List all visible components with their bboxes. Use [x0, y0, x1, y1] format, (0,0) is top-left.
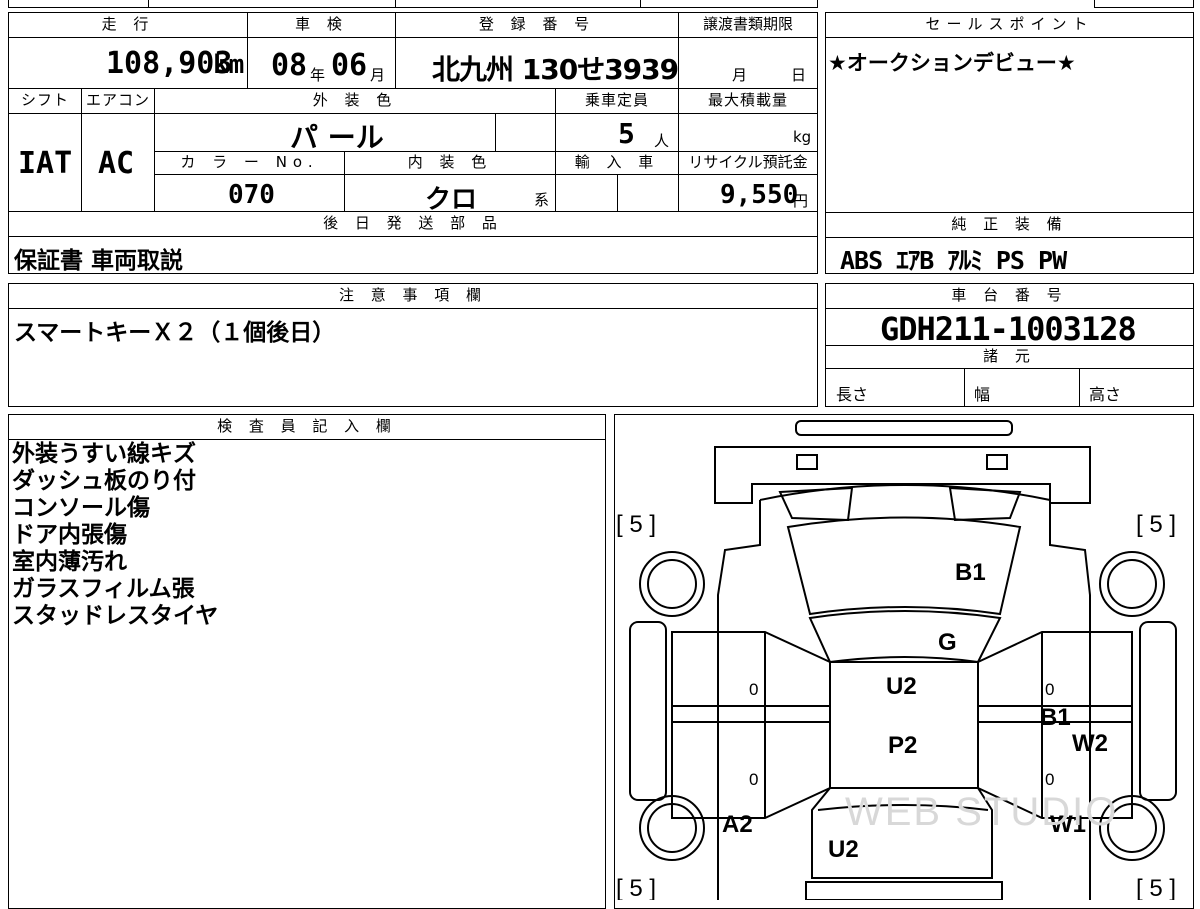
inspector-note-line: 外装うすい線キズ [12, 441, 196, 467]
shift-header: シフト [8, 88, 82, 114]
chassis-value: GDH211-1003128 [880, 310, 1137, 348]
recycle-fee-unit: 円 [793, 192, 809, 210]
damage-mark-rear-u2: U2 [828, 836, 859, 863]
door-mark-left-rear: 0 [749, 770, 758, 789]
capacity-value: 5 [618, 117, 635, 150]
top-strip [8, 0, 818, 8]
tire-rating-front-right: [ 5 ] [1136, 511, 1176, 538]
specs-header: 諸 元 [825, 345, 1194, 369]
mileage-unit: km [213, 50, 245, 80]
spec-height-label: 高さ [1089, 385, 1122, 404]
damage-mark-hood: B1 [955, 559, 986, 586]
inspector-note-line: ガラスフィルム張 [12, 576, 195, 602]
caution-value: スマートキーＸ２（１個後日） [14, 320, 336, 346]
inspection-year: 08 [271, 48, 308, 83]
interior-color-header: 内 装 色 [344, 151, 556, 175]
inspector-note-line: コンソール傷 [12, 495, 150, 521]
max-load-unit: kg [793, 128, 812, 146]
genuine-equipment-value: ABS ｴｱB ｱﾙﾐ PS PW [840, 246, 1067, 275]
top-strip-sep [148, 0, 149, 8]
damage-mark-roof-p2: P2 [888, 732, 917, 759]
max-load-header: 最大積載量 [678, 88, 818, 114]
later-shipment-header: 後 日 発 送 部 品 [8, 211, 818, 237]
top-strip-sep [395, 0, 396, 8]
color-no-header: カ ラ ー No. [154, 151, 345, 175]
spec-width-label: 幅 [974, 385, 991, 404]
shift-value: IAT [18, 146, 73, 181]
recycle-fee-value: 9,550 [720, 180, 799, 210]
inspection-header: 車 検 [247, 12, 396, 38]
damage-mark-right-door-w2: W2 [1072, 730, 1108, 757]
genuine-equipment-header: 純 正 装 備 [825, 212, 1194, 238]
aircon-value: AC [98, 146, 135, 181]
capacity-header: 乗車定員 [555, 88, 679, 114]
import-cell-a [555, 174, 618, 212]
door-mark-right-front: 0 [1045, 680, 1054, 699]
spec-length-label: 長さ [836, 385, 869, 404]
exterior-color-extra-cell [495, 113, 556, 152]
damage-mark-windshield: G [938, 629, 957, 656]
inspection-month-unit: 月 [370, 66, 386, 84]
capacity-unit: 人 [654, 132, 670, 150]
inspector-note-line: ダッシュ板のり付 [12, 468, 196, 494]
top-strip-right [1094, 0, 1194, 8]
import-cell-b [617, 174, 679, 212]
registration-value: 北九州 130せ3939 [432, 53, 679, 86]
chassis-header: 車 台 番 号 [825, 283, 1194, 309]
inspector-note-line: 室内薄汚れ [12, 549, 127, 575]
sales-points-value: ★オークションデビュー★ [828, 51, 1076, 75]
inspector-note-line: ドア内張傷 [12, 522, 127, 548]
inspector-notes-header: 検 査 員 記 入 欄 [8, 414, 606, 440]
registration-header: 登 録 番 号 [395, 12, 679, 38]
caution-header: 注 意 事 項 欄 [8, 283, 818, 309]
sales-points-header: セールスポイント [825, 12, 1194, 38]
inspection-year-unit: 年 [310, 66, 326, 84]
transfer-deadline-header: 譲渡書類期限 [678, 12, 818, 38]
exterior-color-header: 外 装 色 [154, 88, 556, 114]
door-mark-right-rear: 0 [1045, 770, 1054, 789]
color-no-value: 070 [228, 180, 275, 210]
recycle-fee-header: リサイクル預託金 [678, 151, 818, 175]
transfer-month-unit: 月 [732, 66, 748, 84]
transfer-day-unit: 日 [791, 66, 807, 84]
inspector-note-line: スタッドレスタイヤ [12, 603, 219, 629]
damage-mark-roof-u2: U2 [886, 673, 917, 700]
import-header: 輸 入 車 [555, 151, 679, 175]
damage-mark-right-door-b1: B1 [1040, 704, 1071, 731]
interior-color-suffix: 系 [534, 191, 550, 209]
tire-rating-front-left: [ 5 ] [616, 511, 656, 538]
tire-rating-rear-left: [ 5 ] [616, 875, 656, 900]
watermark: WEB STUDIO [845, 790, 1118, 834]
mileage-header: 走 行 [8, 12, 248, 38]
aircon-header: エアコン [81, 88, 155, 114]
door-mark-left-front: 0 [749, 680, 758, 699]
car-diagram: [ 5 ] [ 5 ] [ 5 ] [ 5 ] B1 G U2 P2 B1 W2… [616, 420, 1177, 900]
damage-mark-left-rear-a2: A2 [722, 811, 753, 838]
later-shipment-value: 保証書 車両取説 [14, 248, 184, 274]
exterior-color-value: パ ール [290, 121, 384, 154]
inspection-month: 06 [331, 48, 368, 83]
tire-rating-rear-right: [ 5 ] [1136, 875, 1176, 900]
top-strip-sep [640, 0, 641, 8]
